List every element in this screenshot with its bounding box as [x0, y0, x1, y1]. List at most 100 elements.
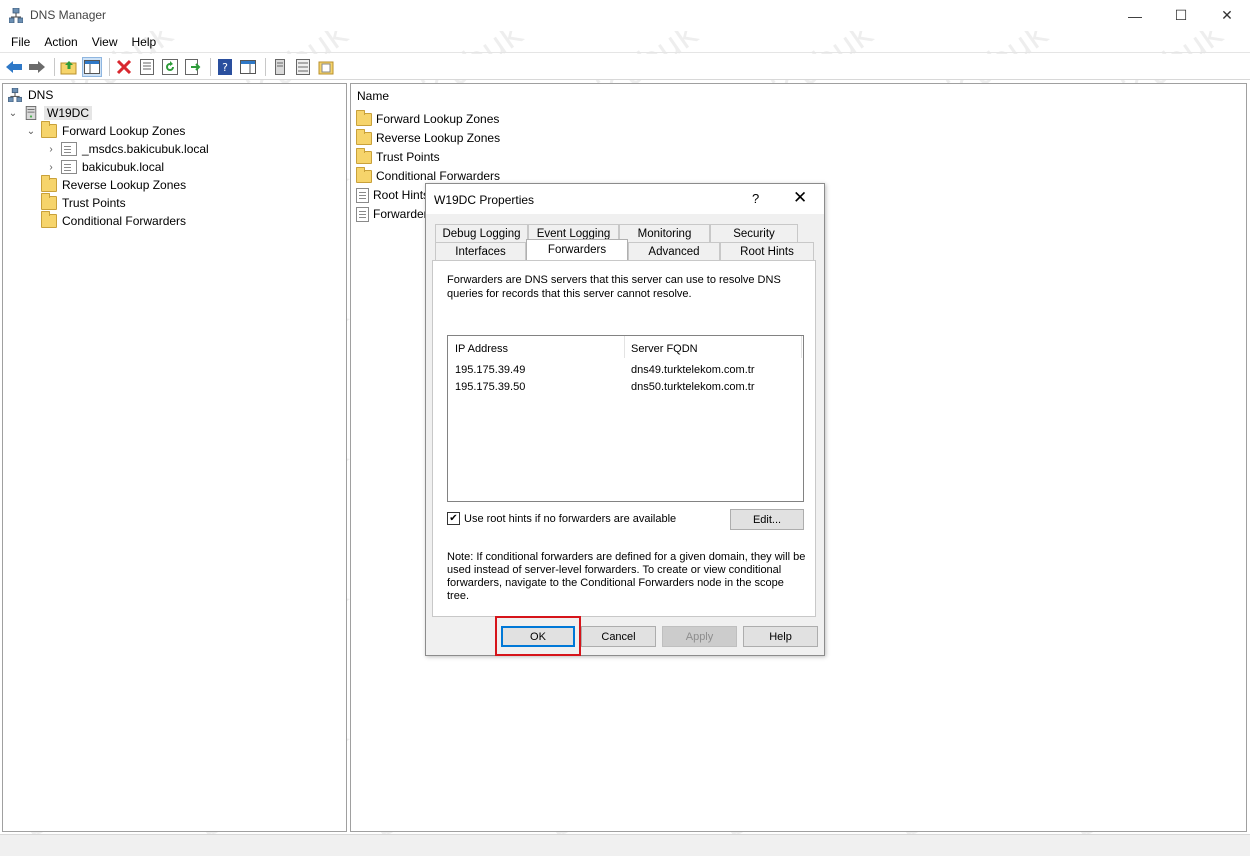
- toolbar-separator: [210, 57, 211, 76]
- server-icon: [275, 58, 285, 75]
- tree-item-trust-points[interactable]: Trust Points: [25, 193, 126, 212]
- use-root-hints-checkbox[interactable]: ✔ Use root hints if no forwarders are av…: [447, 512, 676, 525]
- delete-icon: [116, 59, 132, 74]
- help-button[interactable]: Help: [743, 626, 818, 647]
- show-hide-tree-icon: [84, 59, 100, 74]
- folder-icon: [356, 128, 372, 145]
- folder-icon: [41, 211, 57, 228]
- column-header-server-fqdn[interactable]: Server FQDN: [631, 343, 698, 355]
- tree-label-reverse-lookup-zones: Reverse Lookup Zones: [62, 178, 187, 192]
- dialog-title: W19DC Properties: [434, 193, 535, 207]
- list-item[interactable]: Root Hints: [356, 186, 429, 204]
- svg-text:?: ?: [222, 61, 228, 74]
- forward-button[interactable]: [27, 57, 47, 77]
- column-header-name[interactable]: Name: [357, 89, 389, 103]
- menu-bar: File Action View Help: [0, 31, 1250, 53]
- column-header-ip-address[interactable]: IP Address: [455, 343, 508, 355]
- maximize-button[interactable]: ☐: [1158, 0, 1204, 31]
- properties-button[interactable]: [137, 57, 157, 77]
- tree-item-bakicubuk-zone[interactable]: › bakicubuk.local: [45, 158, 164, 176]
- forwarder-ip[interactable]: 195.175.39.50: [455, 381, 525, 393]
- menu-file[interactable]: File: [4, 35, 37, 49]
- list-item[interactable]: Trust Points: [356, 147, 440, 166]
- server-icon: [25, 106, 37, 120]
- help-button[interactable]: ?: [215, 57, 235, 77]
- dns-manager-app-icon: [9, 8, 23, 23]
- forward-icon: [29, 60, 45, 73]
- tab-forwarders[interactable]: Forwarders: [526, 239, 628, 260]
- chevron-down-icon[interactable]: ⌄: [25, 126, 37, 137]
- tab-advanced[interactable]: Advanced: [628, 242, 720, 260]
- chevron-right-icon[interactable]: ›: [45, 162, 57, 173]
- zone-button[interactable]: [316, 57, 336, 77]
- chevron-right-icon[interactable]: ›: [45, 144, 57, 155]
- show-hide-tree-button[interactable]: [82, 56, 102, 77]
- export-list-button[interactable]: [183, 57, 203, 77]
- list-item[interactable]: Forwarders: [356, 205, 434, 223]
- forwarders-description: Forwarders are DNS servers that this ser…: [447, 274, 781, 300]
- tab-debug-logging[interactable]: Debug Logging: [435, 224, 528, 242]
- forwarder-fqdn[interactable]: dns50.turktelekom.com.tr: [631, 381, 755, 393]
- folder-icon: [356, 147, 372, 164]
- menu-view[interactable]: View: [85, 35, 125, 49]
- minimize-icon: —: [1128, 7, 1142, 24]
- column-divider[interactable]: [801, 336, 802, 358]
- folder-icon: [356, 109, 372, 126]
- chevron-down-icon[interactable]: ⌄: [7, 108, 19, 119]
- folder-icon: [41, 175, 57, 192]
- toolbar-separator: [109, 57, 110, 76]
- list-item-label: Trust Points: [376, 150, 440, 164]
- delete-button[interactable]: [114, 57, 134, 77]
- zone-icon: [318, 61, 334, 74]
- records-button[interactable]: [293, 57, 313, 77]
- server-button[interactable]: [270, 57, 290, 77]
- tree-item-forward-lookup-zones[interactable]: ⌄ Forward Lookup Zones: [25, 121, 185, 140]
- forwarders-tab-panel: Forwarders are DNS servers that this ser…: [432, 260, 816, 617]
- conditional-forwarders-note: Note: If conditional forwarders are defi…: [447, 551, 806, 602]
- list-item[interactable]: Reverse Lookup Zones: [356, 128, 501, 147]
- checkbox-check-icon[interactable]: ✔: [447, 512, 460, 525]
- forwarders-icon: [356, 206, 369, 222]
- forwarder-ip[interactable]: 195.175.39.49: [455, 364, 525, 376]
- back-button[interactable]: [4, 57, 24, 77]
- tree-item-w19dc[interactable]: ⌄ W19DC: [7, 104, 93, 122]
- ok-button[interactable]: OK: [501, 626, 575, 647]
- close-window-button[interactable]: ✕: [1204, 0, 1250, 31]
- up-level-button[interactable]: [59, 57, 79, 77]
- list-item-label: Reverse Lookup Zones: [376, 131, 501, 145]
- tree-item-msdcs-zone[interactable]: › _msdcs.bakicubuk.local: [45, 140, 209, 158]
- tree-item-reverse-lookup-zones[interactable]: Reverse Lookup Zones: [25, 175, 187, 194]
- tree-label-dns: DNS: [28, 88, 54, 102]
- menu-help[interactable]: Help: [125, 35, 164, 49]
- dns-root-icon: [8, 88, 22, 102]
- refresh-icon: [162, 58, 178, 75]
- tab-root-hints[interactable]: Root Hints: [720, 242, 814, 260]
- use-root-hints-label: Use root hints if no forwarders are avai…: [464, 512, 677, 525]
- tab-interfaces[interactable]: Interfaces: [435, 242, 526, 260]
- close-icon: ✕: [1221, 7, 1233, 23]
- window-title: DNS Manager: [30, 8, 107, 22]
- cancel-button[interactable]: Cancel: [581, 626, 656, 647]
- apply-button[interactable]: Apply: [662, 626, 737, 647]
- window-titlebar: DNS Manager — ☐ ✕: [0, 0, 1250, 31]
- minimize-button[interactable]: —: [1112, 0, 1158, 31]
- properties-icon: [140, 58, 154, 75]
- edit-button[interactable]: Edit...: [730, 509, 804, 530]
- forwarder-fqdn[interactable]: dns49.turktelekom.com.tr: [631, 364, 755, 376]
- tree-item-conditional-forwarders[interactable]: Conditional Forwarders: [25, 211, 186, 230]
- refresh-button[interactable]: [160, 57, 180, 77]
- list-item[interactable]: Forward Lookup Zones: [356, 109, 499, 128]
- folder-icon: [41, 121, 57, 138]
- tree-label-msdcs-zone: _msdcs.bakicubuk.local: [82, 142, 209, 156]
- tab-monitoring[interactable]: Monitoring: [619, 224, 710, 242]
- show-action-pane-button[interactable]: [238, 57, 258, 77]
- tab-security[interactable]: Security: [710, 224, 798, 242]
- toolbar-separator: [54, 57, 55, 76]
- column-divider[interactable]: [624, 336, 625, 358]
- help-icon[interactable]: ?: [752, 191, 759, 206]
- tree-item-dns[interactable]: DNS: [7, 86, 53, 104]
- close-icon[interactable]: ✕: [793, 188, 807, 208]
- forwarders-list[interactable]: IP Address Server FQDN 195.175.39.49 dns…: [447, 335, 804, 502]
- menu-action[interactable]: Action: [37, 35, 84, 49]
- root-hints-icon: [356, 187, 369, 203]
